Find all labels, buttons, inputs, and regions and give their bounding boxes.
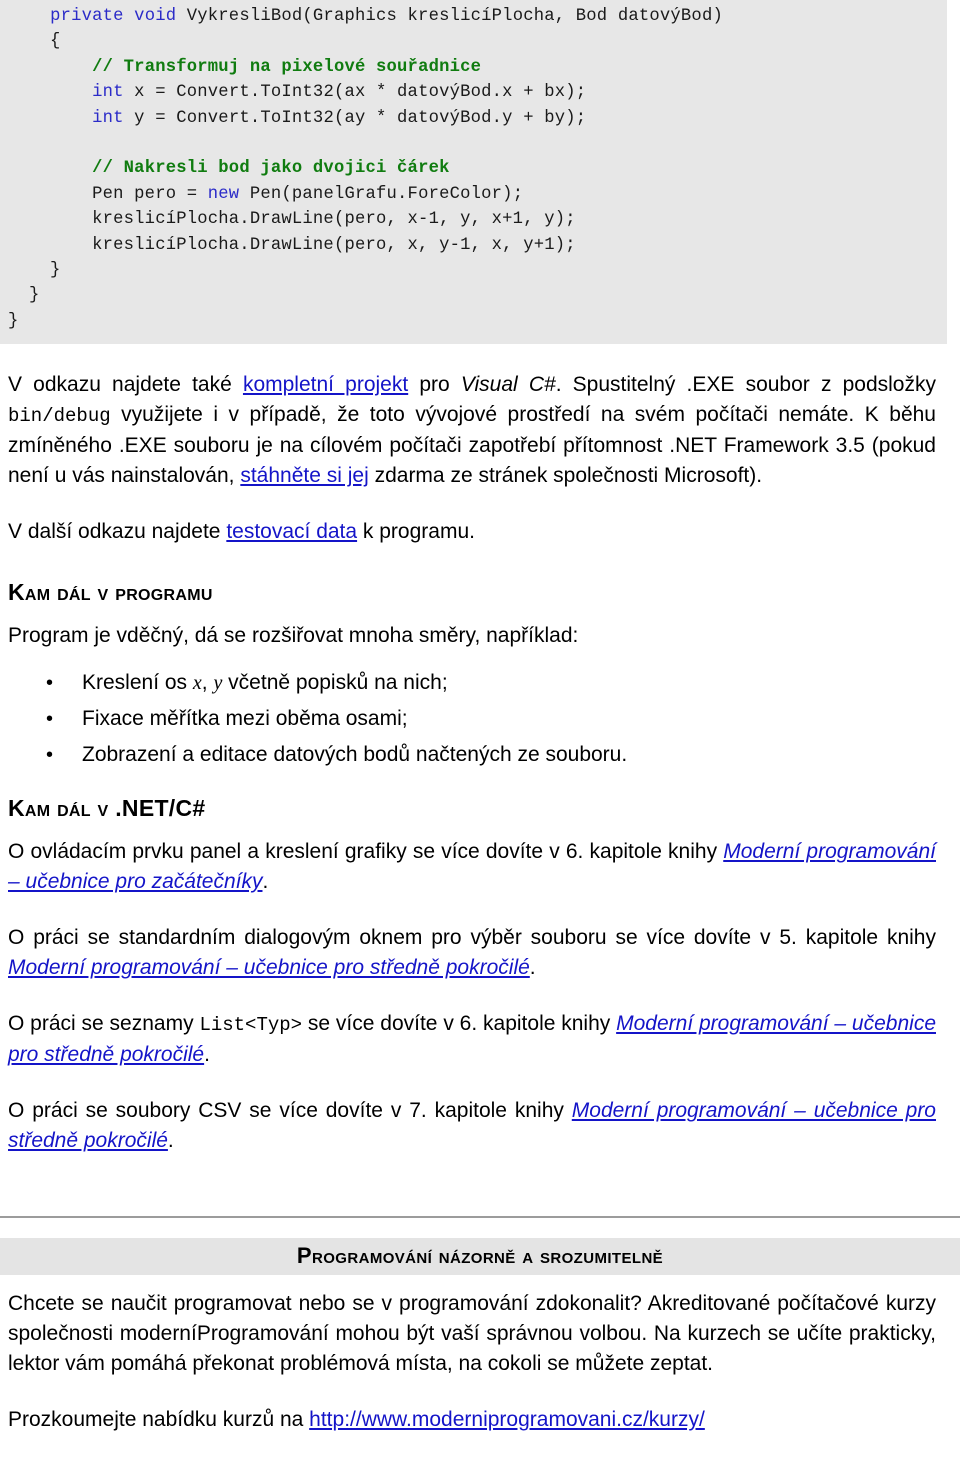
code-inline-list-typ: List<Typ> [199,1014,303,1037]
code-token: int [92,83,124,103]
code-token: int [92,108,124,128]
code-line: int y = Convert.ToInt32(ay * datovýBod.y… [0,106,947,131]
code-token: // Transformuj na pixelové souřadnice [92,57,482,77]
code-token: } [8,261,61,281]
code-token: private void [50,7,177,26]
code-token: { [8,32,61,52]
list-item: Zobrazení a editace datových bodů načten… [46,737,960,773]
text-segment: k programu. [357,520,475,544]
code-token: } [8,311,19,331]
text-segment: O práci se soubory CSV se více dovíte v … [8,1099,572,1123]
promo-heading-band: Programování názorně a srozumitelně [0,1238,960,1276]
link-kompletni-projekt[interactable]: kompletní projekt [243,373,408,396]
text-segment: V odkazu najdete také [8,373,243,397]
feature-bullet-list: Kreslení os x, y včetně popisků na nich;… [0,665,960,773]
paragraph-testdata: V další odkazu najdete testovací data k … [0,517,944,547]
promo-body: Chcete se naučit programovat nebo se v p… [8,1292,936,1376]
code-line: kreslicíPlocha.DrawLine(pero, x, y-1, x,… [0,233,947,258]
code-line: { [0,29,947,54]
paragraph-dialog: O práci se standardním dialogovým oknem … [0,923,944,983]
promo-cta: Prozkoumejte nabídku kurzů na http://www… [0,1405,944,1435]
text-segment: . Spustitelný .EXE soubor z podsložky [555,373,936,397]
code-token: x = Convert.ToInt32(ax * datovýBod.x + b… [123,83,587,103]
code-token: kreslicíPlocha.DrawLine(pero, x-1, y, x+… [8,210,576,230]
text-segment: se více dovíte v 6. kapitole knihy [302,1012,617,1036]
text-segment: . [204,1043,210,1067]
link-book-stredne-pokrocile-1[interactable]: Moderní programování – učebnice pro stře… [8,956,530,979]
code-line: } [0,283,947,308]
paragraph-csv: O práci se soubory CSV se více dovíte v … [0,1096,944,1156]
text-segment: Zobrazení a editace datových bodů načten… [82,743,628,767]
code-token: } [8,286,40,306]
code-token: Pen(panelGrafu.ForeColor); [239,184,524,204]
italic-visual-csharp: Visual C# [460,373,556,397]
code-block: private void VykresliBod(Graphics kresli… [0,0,947,345]
text-segment: , [201,671,214,695]
text-segment: O práci se standardním dialogovým oknem … [8,926,936,950]
paragraph-program-intro: Program je vděčný, dá se rozšiřovat mnoh… [8,624,579,648]
code-line: } [0,258,947,283]
link-kurzy-url[interactable]: http://www.moderniprogramovani.cz/kurzy/ [309,1408,705,1431]
list-item: Fixace měřítka mezi oběma osami; [46,701,960,737]
code-token: y = Convert.ToInt32(ay * datovýBod.y + b… [123,108,587,128]
code-line: // Nakresli bod jako dvojici čárek [0,156,947,181]
code-token: kreslicíPlocha.DrawLine(pero, x, y-1, x,… [8,235,576,255]
code-token: new [207,184,240,204]
math-var-y: y [213,672,223,695]
text-segment: . [167,1129,174,1153]
code-inline-bin-debug: bin/debug [8,405,111,428]
text-segment: pro [408,373,461,397]
text-segment: O ovládacím prvku panel a kreslení grafi… [8,840,724,864]
text-segment: . [262,870,269,894]
text-segment: Prozkoumejte nabídku kurzů na [8,1408,310,1432]
link-testovaci-data[interactable]: testovací data [226,520,357,543]
heading-kam-dal-v-net: Kam dál v .NET/C# [8,795,206,822]
list-item: Kreslení os x, y včetně popisků na nich; [46,665,960,701]
text-segment: včetně popisků na nich; [222,671,448,695]
text-segment: zdarma ze stránek společnosti Microsoft)… [368,464,763,488]
code-line: } [0,309,947,334]
text-segment: Kreslení os [82,671,193,695]
code-line: Pen pero = new Pen(panelGrafu.ForeColor)… [0,182,947,207]
code-token: Pen pero = [8,184,208,204]
text-segment: . [529,956,536,980]
math-var-x: x [192,672,202,695]
code-line: private void VykresliBod(Graphics kresli… [0,4,947,29]
code-line: int x = Convert.ToInt32(ax * datovýBod.x… [0,80,947,105]
text-segment: V další odkazu najdete [8,520,227,544]
text-segment: Fixace měřítka mezi oběma osami; [82,707,408,731]
code-token: // Nakresli bod jako dvojici čárek [92,159,450,179]
code-token: VykresliBod(Graphics kreslicíPlocha, Bod… [176,7,723,26]
promo-title: Programování názorně a srozumitelně [296,1243,664,1269]
paragraph-panel: O ovládacím prvku panel a kreslení grafi… [0,837,944,897]
code-line: kreslicíPlocha.DrawLine(pero, x-1, y, x+… [0,207,947,232]
text-segment: O práci se seznamy [8,1012,200,1036]
heading-kam-dal-v-programu: Kam dál v programu [8,579,213,606]
paragraph-list-typ: O práci se seznamy List<Typ> se více dov… [0,1009,944,1070]
code-line: // Transformuj na pixelové souřadnice [0,55,947,80]
link-stahnete-si-jej[interactable]: stáhněte si jej [240,464,368,487]
paragraph-project: V odkazu najdete také kompletní projekt … [0,370,944,491]
